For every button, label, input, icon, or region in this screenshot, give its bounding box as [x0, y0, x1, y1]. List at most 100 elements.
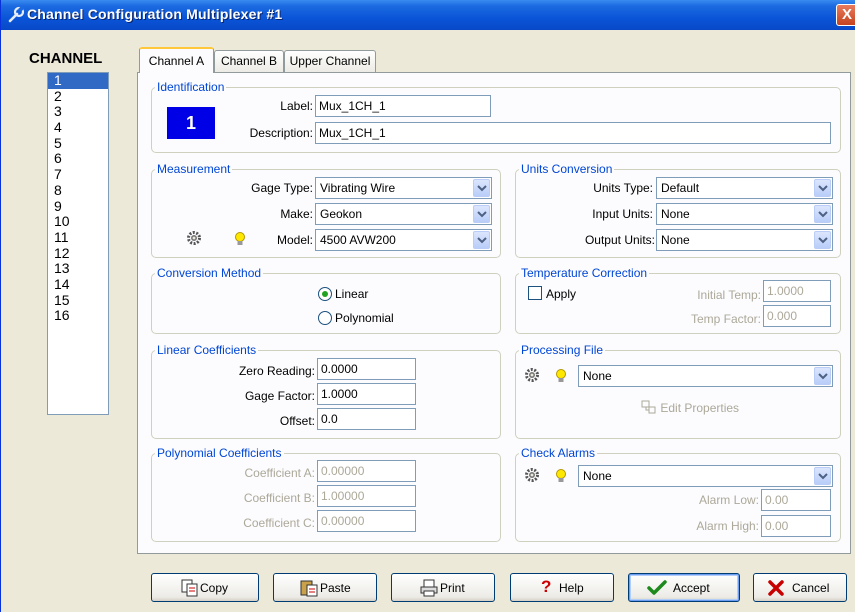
- gear-icon[interactable]: [524, 467, 540, 483]
- tab-upper-channel[interactable]: Upper Channel: [284, 50, 376, 72]
- channel-item-4[interactable]: 4: [48, 119, 108, 136]
- title-bar[interactable]: Channel Configuration Multiplexer #1 X: [1, 0, 855, 30]
- chevron-down-icon[interactable]: [814, 367, 831, 385]
- print-button[interactable]: Print: [391, 573, 495, 602]
- linear-radio[interactable]: [318, 287, 332, 301]
- check-alarms-legend: Check Alarms: [521, 446, 596, 460]
- copy-button[interactable]: Copy: [151, 573, 259, 602]
- gear-icon[interactable]: [186, 230, 202, 246]
- polynomial-radio-label[interactable]: Polynomial: [335, 311, 394, 325]
- cancel-button[interactable]: Cancel: [753, 573, 847, 602]
- channel-item-16[interactable]: 16: [48, 308, 108, 324]
- description-caption: Description:: [249, 126, 313, 140]
- properties-icon: [641, 400, 656, 414]
- channel-item-9[interactable]: 9: [48, 198, 108, 215]
- lightbulb-icon[interactable]: [555, 468, 567, 484]
- polynomial-radio[interactable]: [318, 311, 332, 325]
- help-button[interactable]: ? Help: [510, 573, 614, 602]
- output-units-select[interactable]: None: [656, 229, 833, 251]
- conversion-method-legend: Conversion Method: [157, 266, 262, 280]
- gage-type-select[interactable]: Vibrating Wire: [315, 177, 492, 199]
- initial-temp-caption: Initial Temp:: [697, 288, 761, 302]
- paste-icon: [300, 580, 318, 597]
- coefficient-a-field[interactable]: 0.00000: [317, 460, 416, 482]
- paste-button[interactable]: Paste: [273, 573, 377, 602]
- chevron-down-icon[interactable]: [814, 467, 831, 485]
- edit-properties-label: Edit Properties: [660, 401, 740, 415]
- gage-factor-caption: Gage Factor:: [244, 389, 315, 403]
- input-units-select[interactable]: None: [656, 203, 833, 225]
- apply-checkbox[interactable]: [528, 286, 542, 300]
- processing-file-value: None: [583, 369, 612, 383]
- chevron-down-icon[interactable]: [814, 205, 831, 223]
- zero-reading-caption: Zero Reading:: [238, 364, 315, 378]
- close-button[interactable]: X: [836, 4, 855, 26]
- zero-reading-field[interactable]: 0.0000: [317, 358, 416, 380]
- chevron-down-icon[interactable]: [473, 179, 490, 197]
- offset-field[interactable]: 0.0: [317, 408, 416, 430]
- tab-channel-a[interactable]: Channel A: [139, 47, 214, 73]
- lightbulb-icon[interactable]: [234, 231, 246, 247]
- units-type-select[interactable]: Default: [656, 177, 833, 199]
- printer-icon: [420, 579, 438, 597]
- temp-factor-field[interactable]: 0.000: [763, 305, 831, 327]
- coefficient-b-field[interactable]: 1.00000: [317, 485, 416, 507]
- copy-icon: [181, 579, 198, 597]
- channel-item-14[interactable]: 14: [48, 276, 108, 293]
- input-units-value: None: [661, 207, 690, 221]
- coefficient-a-caption: Coefficient A:: [244, 466, 316, 480]
- make-select[interactable]: Geokon: [315, 203, 492, 225]
- edit-properties-button[interactable]: Edit Properties: [641, 400, 739, 415]
- processing-file-select[interactable]: None: [578, 365, 833, 387]
- lightbulb-icon[interactable]: [555, 368, 567, 384]
- gage-factor-field[interactable]: 1.0000: [317, 383, 416, 405]
- channel-item-15[interactable]: 15: [48, 292, 108, 309]
- channel-item-2[interactable]: 2: [48, 88, 108, 105]
- processing-file-legend: Processing File: [521, 343, 604, 357]
- tab-channel-b[interactable]: Channel B: [214, 50, 284, 72]
- accept-button[interactable]: Accept: [628, 573, 740, 602]
- label-field[interactable]: Mux_1CH_1: [315, 95, 491, 117]
- apply-checkbox-label[interactable]: Apply: [546, 287, 576, 301]
- offset-caption: Offset:: [279, 414, 315, 428]
- channel-list[interactable]: 1 2 3 4 5 6 7 8 9 10 11 12 13 14 15 16: [47, 72, 109, 415]
- channel-number-badge: 1: [167, 107, 215, 139]
- alarm-high-field[interactable]: 0.00: [761, 515, 831, 537]
- chevron-down-icon[interactable]: [814, 179, 831, 197]
- description-field[interactable]: Mux_1CH_1: [315, 122, 831, 144]
- chevron-down-icon[interactable]: [473, 231, 490, 249]
- channel-list-header: CHANNEL: [29, 50, 103, 67]
- polynomial-coefficients-legend: Polynomial Coefficients: [157, 446, 282, 460]
- channel-item-13[interactable]: 13: [48, 261, 108, 277]
- print-label: Print: [440, 581, 465, 595]
- linear-radio-label[interactable]: Linear: [335, 287, 368, 301]
- channel-item-7[interactable]: 7: [48, 166, 108, 183]
- output-units-value: None: [661, 233, 690, 247]
- channel-item-8[interactable]: 8: [48, 182, 108, 199]
- initial-temp-field[interactable]: 1.0000: [763, 280, 831, 302]
- units-type-value: Default: [661, 181, 700, 195]
- channel-item-3[interactable]: 3: [48, 104, 108, 120]
- gear-icon[interactable]: [524, 367, 540, 383]
- channel-item-5[interactable]: 5: [48, 135, 108, 152]
- coefficient-c-field[interactable]: 0.00000: [317, 510, 416, 532]
- linear-coefficients-legend: Linear Coefficients: [157, 343, 257, 357]
- input-units-caption: Input Units:: [592, 207, 653, 221]
- x-cross-icon: [768, 580, 784, 596]
- processing-file-group: Processing File: [515, 343, 841, 439]
- channel-item-11[interactable]: 11: [48, 229, 108, 246]
- channel-item-12[interactable]: 12: [48, 245, 108, 262]
- check-alarms-select[interactable]: None: [578, 465, 833, 487]
- channel-item-10[interactable]: 10: [48, 213, 108, 230]
- label-caption: Label:: [280, 99, 313, 113]
- chevron-down-icon[interactable]: [473, 205, 490, 223]
- channel-item-1[interactable]: 1: [48, 72, 108, 89]
- paste-label: Paste: [320, 581, 351, 595]
- output-units-caption: Output Units:: [584, 233, 655, 247]
- model-select[interactable]: 4500 AVW200: [315, 229, 492, 251]
- chevron-down-icon[interactable]: [814, 231, 831, 249]
- channel-item-6[interactable]: 6: [48, 151, 108, 167]
- alarm-high-caption: Alarm High:: [696, 519, 759, 533]
- temperature-correction-legend: Temperature Correction: [521, 266, 648, 280]
- alarm-low-field[interactable]: 0.00: [761, 489, 831, 511]
